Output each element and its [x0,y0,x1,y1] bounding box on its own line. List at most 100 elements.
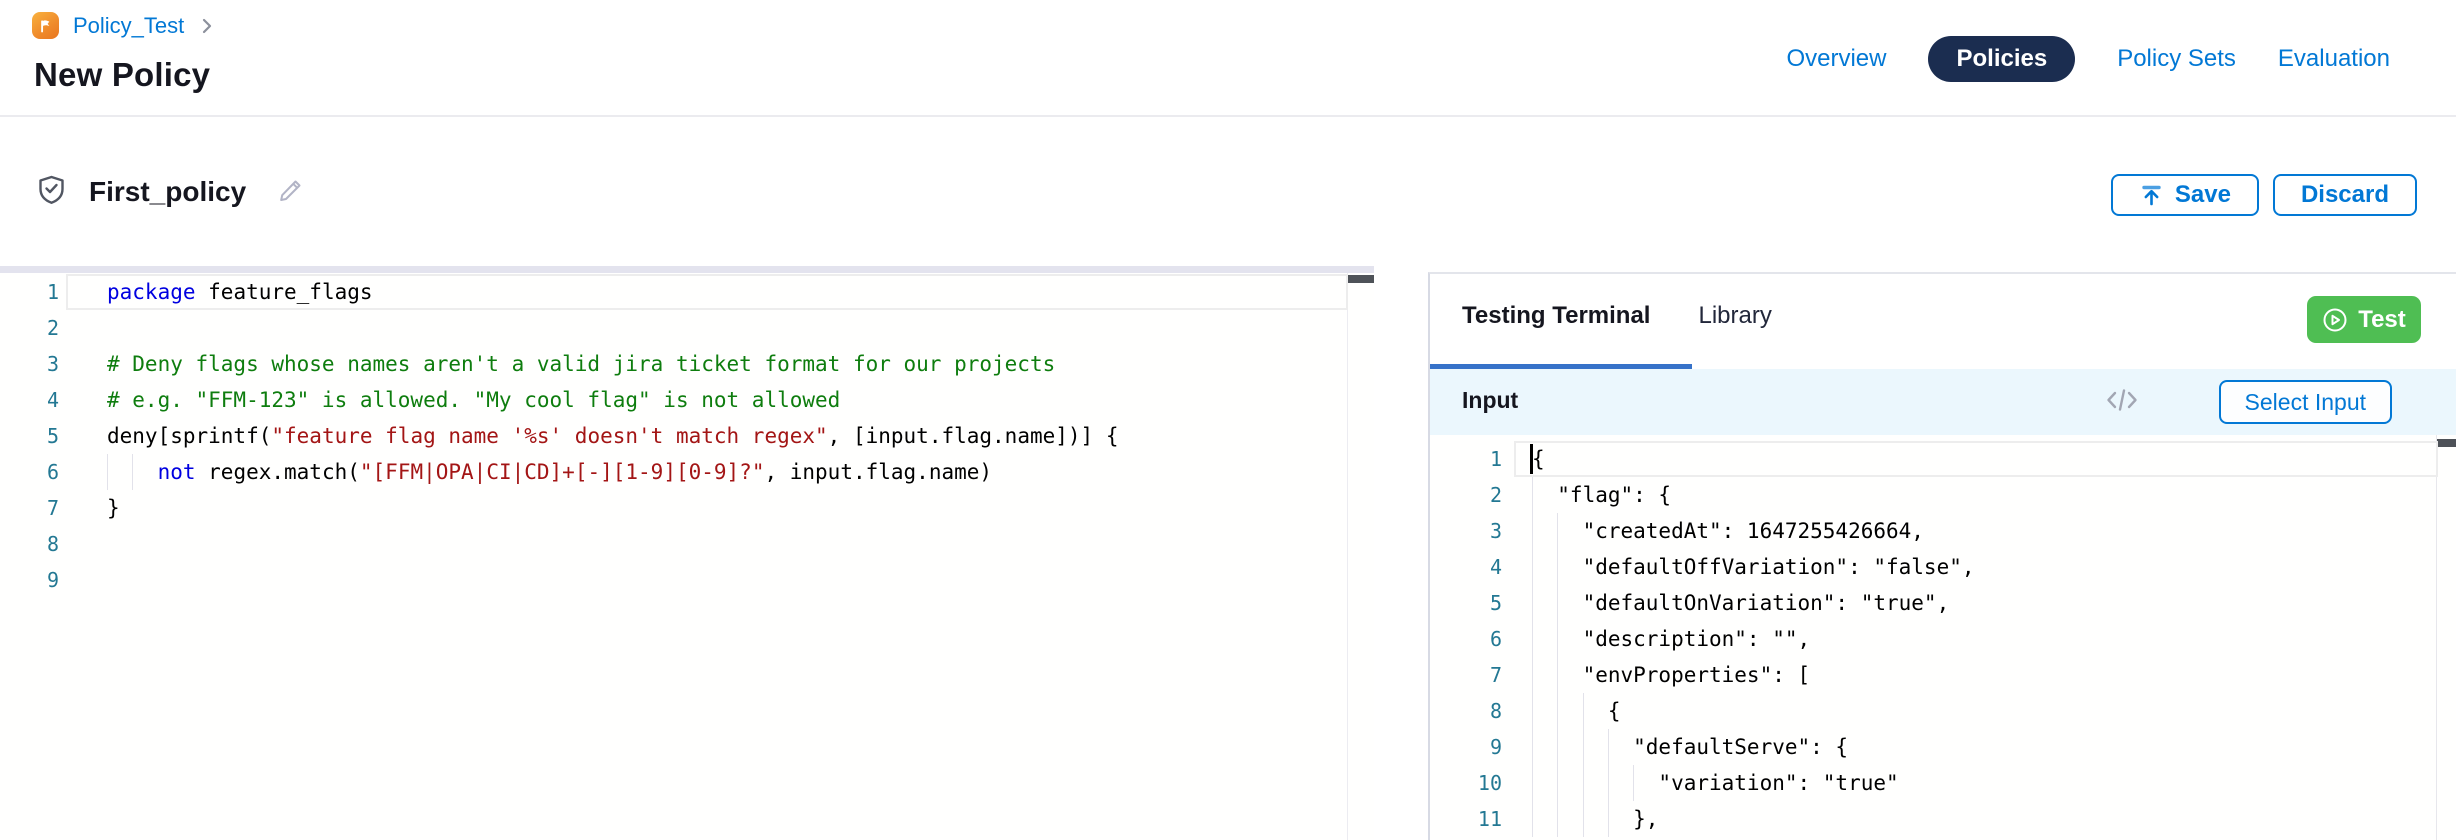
save-button[interactable]: Save [2111,174,2259,216]
page-title: New Policy [34,56,210,94]
line-number: 3 [1430,513,1502,549]
indent-guide [1557,549,1558,585]
indent-guide [1557,657,1558,693]
code-line: 1package feature_flags [0,274,1374,310]
panel-tabs: Testing Terminal Library [1462,302,1772,330]
policy-code-lines: 1package feature_flags23# Deny flags who… [0,274,1374,598]
line-number: 4 [1430,549,1502,585]
discard-button[interactable]: Discard [2273,174,2417,216]
nav-item-policy-sets[interactable]: Policy Sets [2117,45,2236,73]
indent-guide [1532,801,1533,837]
code-line: 8 { [1430,693,2456,729]
code-line: 11 }, [1430,801,2456,837]
code-line: 6 not regex.match("[FFM|OPA|CI|CD]+[-][1… [0,454,1374,490]
test-button-label: Test [2358,306,2406,334]
indent-guide [1557,513,1558,549]
line-number: 6 [1430,621,1502,657]
flag-glyph [37,17,54,34]
policy-toolbar: First_policy Save Discard [0,174,2456,224]
code-line: 4 "defaultOffVariation": "false", [1430,549,2456,585]
tab-library[interactable]: Library [1698,302,1771,330]
line-number: 9 [1430,729,1502,765]
indent-guide [1557,621,1558,657]
code-line: 4# e.g. "FFM-123" is allowed. "My cool f… [0,382,1374,418]
editor-top-scrollband [0,266,1374,273]
chevron-right-icon [198,17,216,35]
nav-item-overview[interactable]: Overview [1786,45,1886,73]
input-header-band: Input Select Input [1430,369,2456,435]
indent-guide [1633,765,1634,801]
indent-guide [107,454,108,490]
code-line: 2 "flag": { [1430,477,2456,513]
line-number: 2 [1430,477,1502,513]
line-number: 7 [1430,657,1502,693]
line-number: 11 [1430,801,1502,837]
code-line: 1{ [1430,441,2456,477]
play-circle-icon [2322,307,2348,333]
line-number: 1 [0,274,59,310]
code-line: 3# Deny flags whose names aren't a valid… [0,346,1374,382]
line-number: 8 [1430,693,1502,729]
code-line: 9 "defaultServe": { [1430,729,2456,765]
indent-guide [1557,693,1558,729]
code-line: 5deny[sprintf("feature flag name '%s' do… [0,418,1374,454]
tab-testing-terminal[interactable]: Testing Terminal [1462,302,1650,330]
policy-name: First_policy [89,176,246,208]
edit-pencil-icon[interactable] [276,175,306,210]
line-number: 9 [0,562,59,598]
indent-guide [1608,765,1609,801]
nav-item-policies[interactable]: Policies [1928,36,2075,82]
text-caret [1530,444,1533,474]
line-number: 6 [0,454,59,490]
indent-guide [1532,729,1533,765]
input-json-editor[interactable]: 1{2 "flag": {3 "createdAt": 164725542666… [1430,435,2456,840]
indent-guide [1557,765,1558,801]
nav-item-evaluation[interactable]: Evaluation [2278,45,2390,73]
code-line: 6 "description": "", [1430,621,2456,657]
code-line: 3 "createdAt": 1647255426664, [1430,513,2456,549]
feature-flags-module-icon [32,12,59,39]
line-number: 1 [1430,441,1502,477]
code-line: 2 [0,310,1374,346]
upload-icon [2139,183,2164,208]
code-line: 10 "variation": "true" [1430,765,2456,801]
input-label: Input [1462,387,1518,414]
indent-guide [1532,621,1533,657]
top-nav: Overview Policies Policy Sets Evaluation [1786,36,2390,82]
indent-guide [1583,729,1584,765]
indent-guide [1608,729,1609,765]
indent-guide [1532,513,1533,549]
policy-code-editor[interactable]: 1package feature_flags23# Deny flags who… [0,266,1374,840]
code-line: 8 [0,526,1374,562]
line-number: 5 [0,418,59,454]
code-line: 7 "envProperties": [ [1430,657,2456,693]
shield-check-icon [36,174,67,210]
indent-guide [1557,729,1558,765]
code-line: 7} [0,490,1374,526]
line-number: 4 [0,382,59,418]
indent-guide [1532,657,1533,693]
indent-guide [1557,801,1558,837]
breadcrumb-project-link[interactable]: Policy_Test [73,13,184,39]
discard-button-label: Discard [2301,181,2389,209]
indent-guide [1532,765,1533,801]
line-number: 5 [1430,585,1502,621]
line-number: 8 [0,526,59,562]
code-line: 9 [0,562,1374,598]
indent-guide [1583,765,1584,801]
line-number: 10 [1430,765,1502,801]
line-number: 7 [0,490,59,526]
select-input-button[interactable]: Select Input [2219,380,2392,424]
indent-guide [1532,477,1533,513]
indent-guide [1583,693,1584,729]
code-brackets-icon[interactable] [2104,384,2140,421]
test-button[interactable]: Test [2307,296,2421,343]
line-number: 3 [0,346,59,382]
breadcrumb: Policy_Test [32,12,216,39]
save-button-label: Save [2175,181,2231,209]
testing-panel: Testing Terminal Library Test Input Sele… [1428,272,2456,840]
indent-guide [132,454,133,490]
input-json-lines: 1{2 "flag": {3 "createdAt": 164725542666… [1430,441,2456,837]
line-number: 2 [0,310,59,346]
indent-guide [1532,549,1533,585]
